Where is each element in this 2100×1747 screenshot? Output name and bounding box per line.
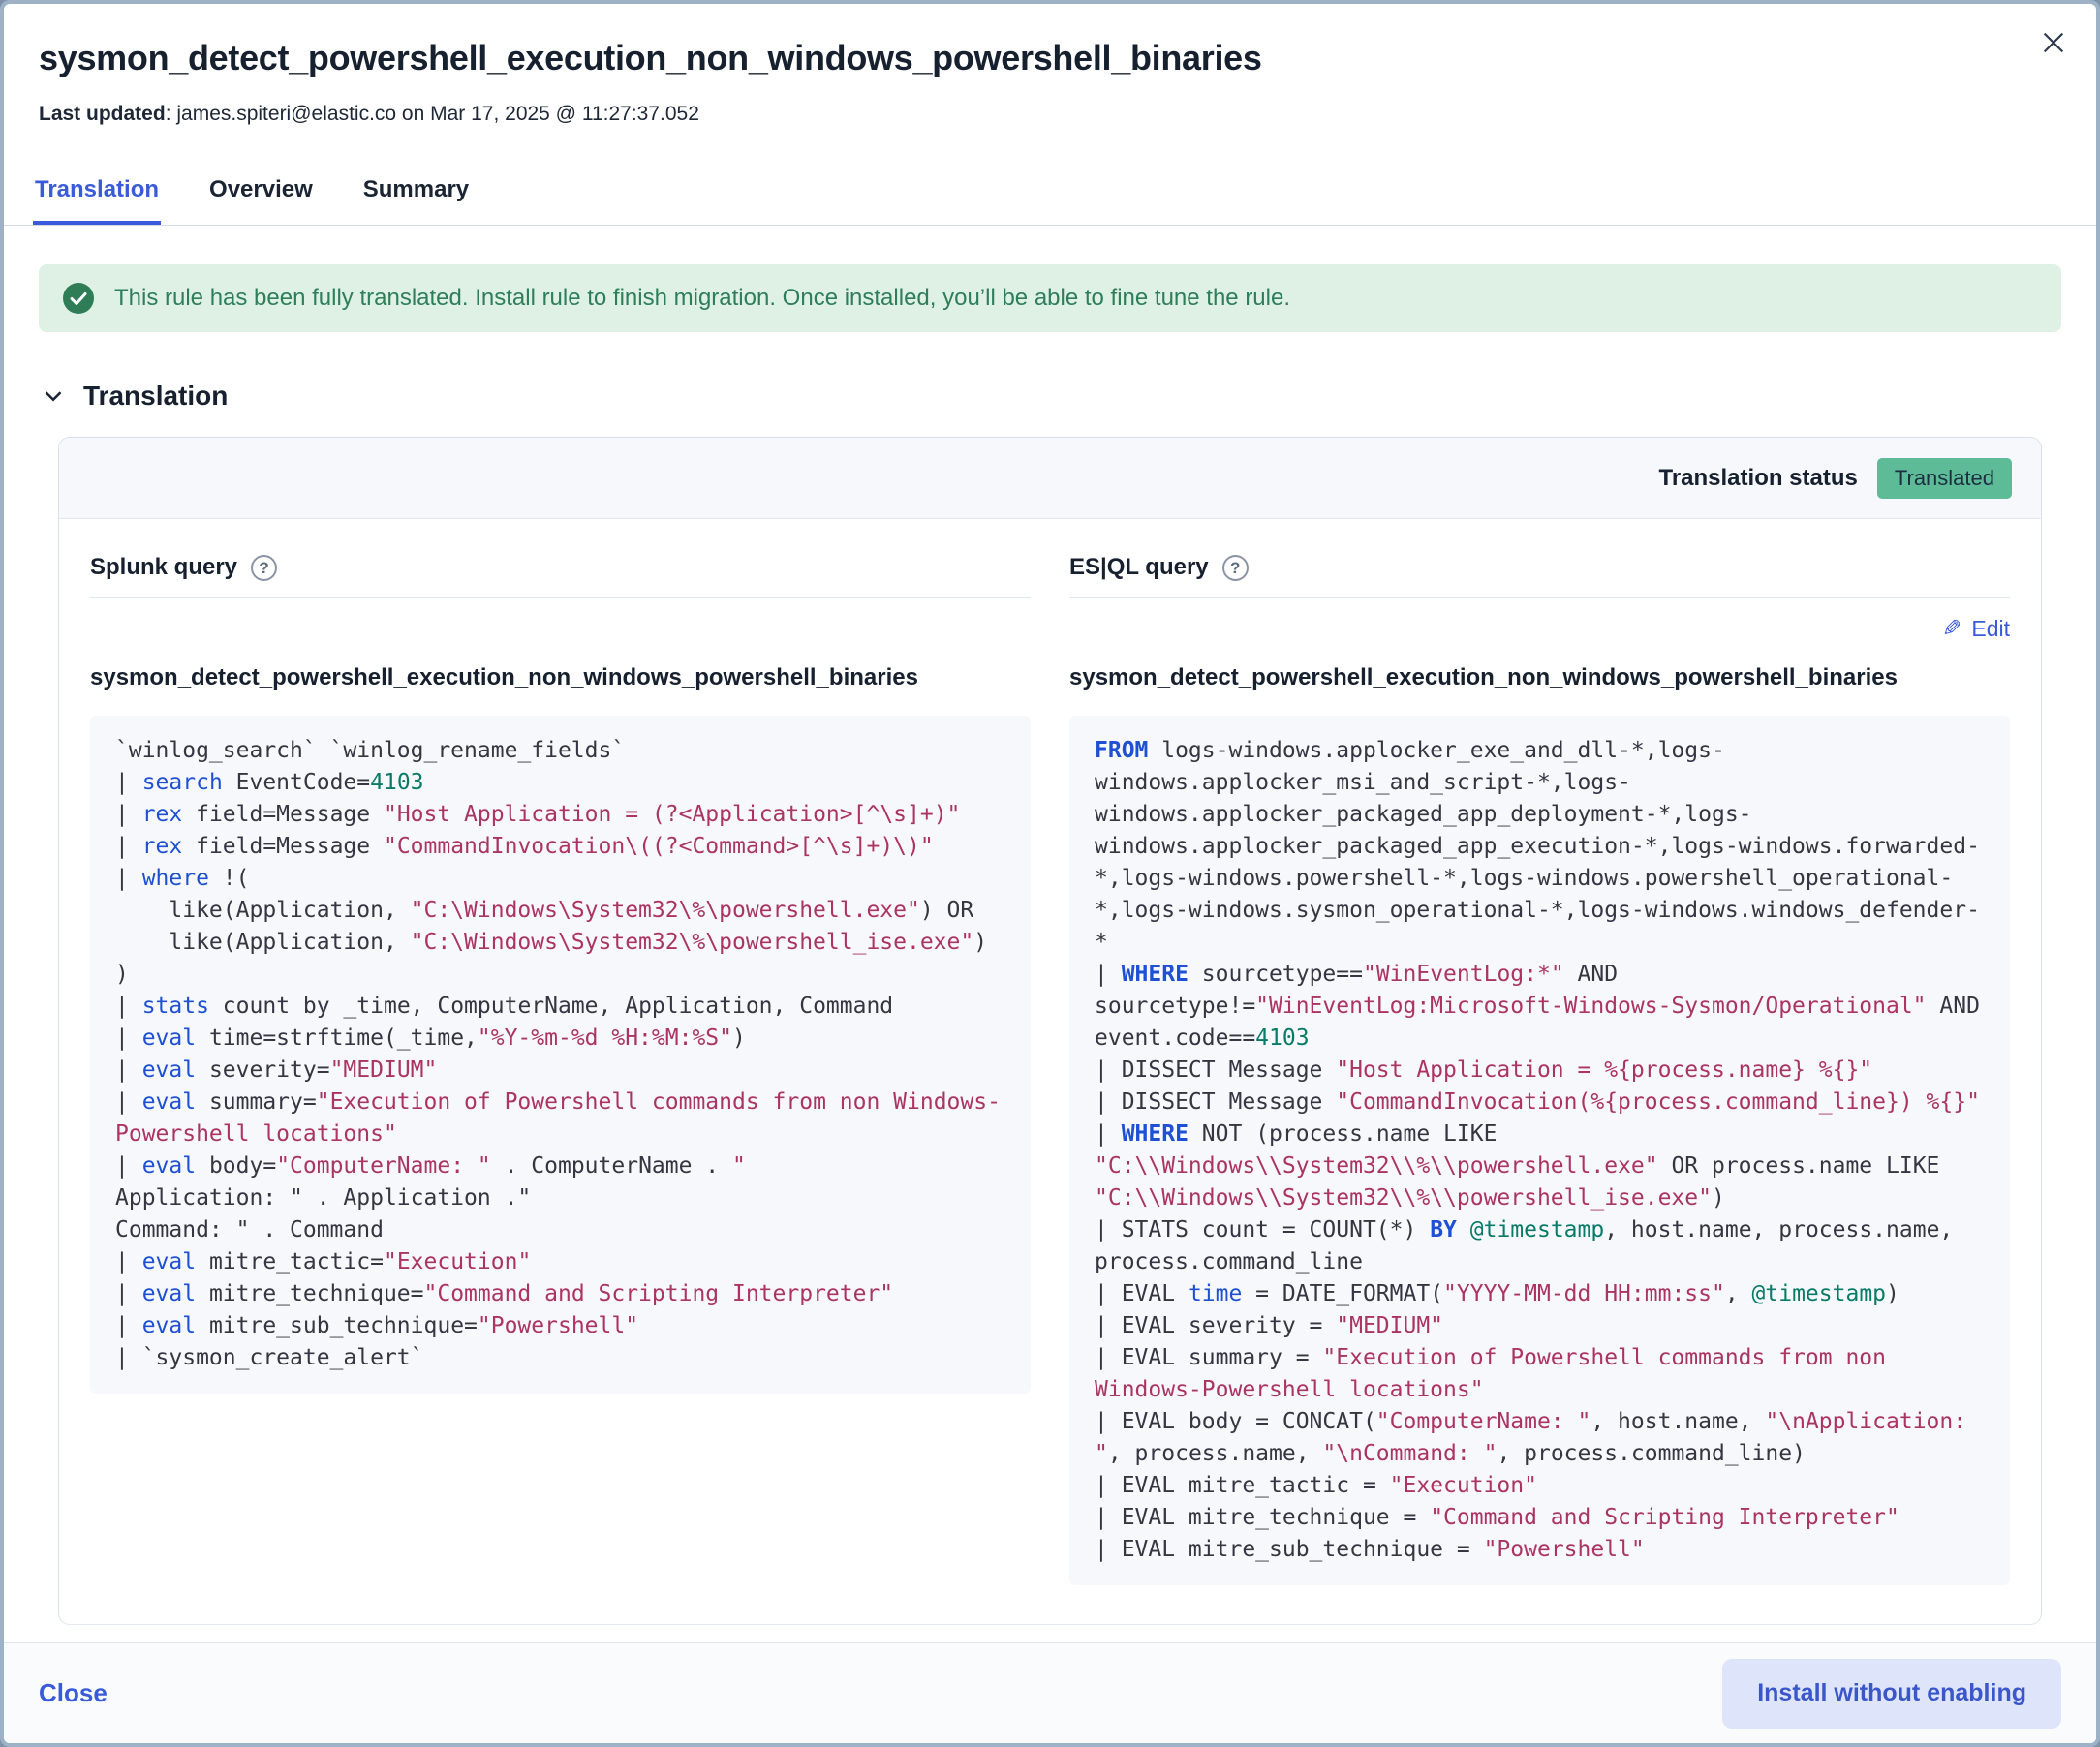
splunk-query-heading-row: Splunk query ? xyxy=(90,554,1031,581)
splunk-query-heading: Splunk query xyxy=(90,554,237,581)
rule-migration-flyout: sysmon_detect_powershell_execution_non_w… xyxy=(0,0,2100,1747)
flyout-header: sysmon_detect_powershell_execution_non_w… xyxy=(4,4,2096,128)
esql-query-heading-row: ES|QL query ? xyxy=(1069,554,2010,581)
esql-query-heading: ES|QL query xyxy=(1069,554,1209,581)
splunk-edit-row-spacer xyxy=(90,598,1031,659)
splunk-query-column: Splunk query ? sysmon_detect_powershell_… xyxy=(90,554,1031,1585)
tab-overview[interactable]: Overview xyxy=(207,170,315,225)
tab-translation[interactable]: Translation xyxy=(33,170,161,225)
translation-status-badge: Translated xyxy=(1877,458,2012,499)
help-icon[interactable]: ? xyxy=(251,555,277,581)
last-updated: Last updated: james.spiteri@elastic.co o… xyxy=(39,101,2061,128)
accordion-title: Translation xyxy=(83,381,228,412)
install-without-enabling-button[interactable]: Install without enabling xyxy=(1722,1659,2061,1729)
success-callout: This rule has been fully translated. Ins… xyxy=(39,264,2061,332)
edit-label: Edit xyxy=(1971,616,2010,642)
callout-text: This rule has been fully translated. Ins… xyxy=(114,283,1290,314)
page-title: sysmon_detect_powershell_execution_non_w… xyxy=(39,33,2061,83)
help-icon[interactable]: ? xyxy=(1222,555,1249,581)
last-updated-value: : james.spiteri@elastic.co on Mar 17, 20… xyxy=(166,103,699,125)
check-in-circle-icon xyxy=(62,282,95,315)
flyout-footer: Close Install without enabling xyxy=(4,1642,2096,1743)
translation-status-label: Translation status xyxy=(1658,465,1857,492)
close-icon[interactable] xyxy=(2036,25,2071,60)
pencil-icon: ✎ xyxy=(1942,615,1961,643)
tab-summary[interactable]: Summary xyxy=(361,170,471,225)
esql-rule-name: sysmon_detect_powershell_execution_non_w… xyxy=(1069,659,2010,696)
esql-code-block: FROM logs-windows.applocker_exe_and_dll-… xyxy=(1069,716,2010,1585)
tab-bar: Translation Overview Summary xyxy=(4,170,2096,226)
esql-edit-row: ✎ Edit xyxy=(1069,598,2010,659)
translation-panel-header: Translation status Translated xyxy=(59,438,2041,519)
chevron-down-icon xyxy=(39,382,68,411)
query-comparison: Splunk query ? sysmon_detect_powershell_… xyxy=(59,519,2041,1624)
translation-accordion-toggle[interactable]: Translation xyxy=(39,381,2061,412)
esql-query-column: ES|QL query ? ✎ Edit sysmon_detect_powers… xyxy=(1069,554,2010,1585)
translation-panel: Translation status Translated Splunk que… xyxy=(58,437,2042,1625)
close-button[interactable]: Close xyxy=(39,1678,108,1708)
last-updated-label: Last updated xyxy=(39,103,166,125)
splunk-code-block: `winlog_search` `winlog_rename_fields` |… xyxy=(90,716,1031,1394)
edit-button[interactable]: ✎ Edit xyxy=(1942,615,2010,643)
flyout-body: This rule has been fully translated. Ins… xyxy=(4,226,2096,1642)
splunk-rule-name: sysmon_detect_powershell_execution_non_w… xyxy=(90,659,1031,696)
